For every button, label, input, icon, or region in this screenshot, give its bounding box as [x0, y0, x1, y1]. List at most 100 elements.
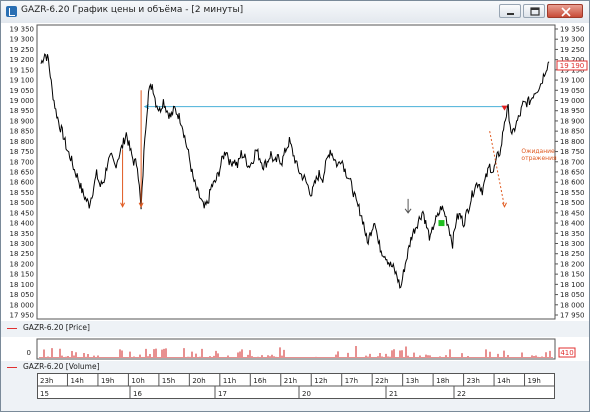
y-tick-label-left: 18 850: [10, 128, 35, 136]
hour-label: 14h: [70, 377, 83, 385]
time-axis-svg: 23h 14h 19h 10h 15h 20h 11h 16h 21h 12h 17h 22h 13h 1…: [37, 373, 555, 399]
hour-label: 10h: [131, 377, 144, 385]
y-tick-label-right: 18 550: [560, 189, 585, 197]
y-tick-label-right: 18 600: [560, 179, 585, 187]
day-label: 21: [389, 390, 398, 398]
hour-label: 18h: [436, 377, 449, 385]
day-label: 22: [457, 390, 466, 398]
y-axis-left: 19 350 19 300 19 250 19 200 19 150 19 100 19 0…: [10, 26, 35, 320]
day-label: 20: [302, 390, 311, 398]
y-tick-label-left: 19 300: [10, 36, 35, 44]
y-tick-label-left: 18 500: [10, 199, 35, 207]
day-label: 17: [218, 390, 227, 398]
hour-label: 19h: [528, 377, 541, 385]
y-tick-label-left: 18 600: [10, 179, 35, 187]
hour-label: 17h: [345, 377, 358, 385]
close-button[interactable]: [547, 4, 583, 18]
y-tick-label-left: 18 800: [10, 138, 35, 146]
y-tick-label-left: 18 350: [10, 230, 35, 238]
volume-legend-label: GAZR-6.20 [Volume]: [23, 362, 100, 371]
y-tick-label-left: 18 450: [10, 209, 35, 217]
volume-legend-swatch: [7, 366, 17, 368]
y-tick-label-right: 17 950: [560, 312, 585, 320]
hour-label: 14h: [497, 377, 510, 385]
y-tick-label-left: 18 200: [10, 260, 35, 268]
y-tick-label-right: 18 700: [560, 158, 585, 166]
hour-label: 22h: [375, 377, 388, 385]
y-tick-label-left: 19 000: [10, 97, 35, 105]
y-tick-label-right: 19 250: [560, 46, 585, 54]
y-tick-label-left: 18 550: [10, 189, 35, 197]
price-plot-area: [36, 24, 556, 320]
annotation-label: Ожидание отражения: [521, 148, 557, 162]
minimize-icon: [507, 13, 514, 15]
price-legend-label: GAZR-6.20 [Price]: [23, 323, 90, 332]
y-tick-label-left: 18 100: [10, 281, 35, 289]
y-tick-label-right: 18 900: [560, 117, 585, 125]
volume-value: 410: [560, 349, 573, 357]
y-tick-label-left: 19 350: [10, 26, 35, 34]
restore-icon: [530, 7, 540, 16]
y-tick-label-right: 18 650: [560, 169, 585, 177]
volume-legend[interactable]: GAZR-6.20 [Volume]: [1, 362, 100, 371]
y-tick-label-right: 18 500: [560, 199, 585, 207]
window-title: GAZR-6.20 График цены и объёма - [2 мину…: [21, 5, 244, 15]
hour-label: 13h: [406, 377, 419, 385]
volume-chart[interactable]: 0 410: [1, 337, 589, 361]
y-tick-label-left: 18 300: [10, 240, 35, 248]
y-tick-label-right: 19 050: [560, 87, 585, 95]
close-icon: [561, 7, 571, 17]
hour-label: 11h: [223, 377, 236, 385]
y-tick-label-left: 19 100: [10, 77, 35, 85]
hour-label: 23h: [467, 377, 480, 385]
volume-plot-area: [36, 338, 556, 360]
price-legend-swatch: [7, 327, 17, 329]
price-legend[interactable]: GAZR-6.20 [Price]: [1, 323, 90, 332]
buy-marker: [438, 220, 445, 227]
y-tick-label-left: 19 050: [10, 87, 35, 95]
y-tick-label-right: 18 450: [560, 209, 585, 217]
chart-app-icon: [6, 6, 17, 17]
hour-label: 12h: [314, 377, 327, 385]
y-tick-label-left: 18 750: [10, 148, 35, 156]
current-price-badge: 19 190: [556, 60, 588, 71]
y-tick-label-right: 19 350: [560, 26, 585, 34]
volume-panel[interactable]: 0 410: [1, 337, 589, 361]
y-tick-label-left: 17 950: [10, 312, 35, 320]
hour-label: 23h: [40, 377, 53, 385]
day-label: 15: [40, 390, 49, 398]
y-tick-label-right: 18 250: [560, 250, 585, 258]
y-tick-label-left: 18 700: [10, 158, 35, 166]
hour-label: 21h: [284, 377, 297, 385]
y-tick-label-left: 18 050: [10, 291, 35, 299]
y-tick-label-left: 18 650: [10, 169, 35, 177]
hour-label: 15h: [162, 377, 175, 385]
y-tick-label-left: 18 250: [10, 250, 35, 258]
y-tick-label-right: 18 150: [560, 271, 585, 279]
y-tick-label-right: 18 100: [560, 281, 585, 289]
restore-button[interactable]: [523, 4, 545, 18]
y-tick-label-left: 19 250: [10, 46, 35, 54]
y-tick-label-right: 18 300: [560, 240, 585, 248]
price-panel[interactable]: 19 350 19 300 19 250 19 200 19 150 19 100 19 0…: [1, 23, 589, 321]
y-tick-label-right: 18 850: [560, 128, 585, 136]
y-tick-label-left: 18 400: [10, 220, 35, 228]
price-chart[interactable]: 19 350 19 300 19 250 19 200 19 150 19 100 19 0…: [1, 23, 589, 321]
hour-label: 16h: [253, 377, 266, 385]
y-tick-label-right: 19 000: [560, 97, 585, 105]
y-tick-label-right: 18 800: [560, 138, 585, 146]
y-tick-label-right: 18 050: [560, 291, 585, 299]
time-axis[interactable]: 23h 14h 19h 10h 15h 20h 11h 16h 21h 12h 17h 22h 13h 1…: [37, 373, 555, 399]
chart-window: GAZR-6.20 График цены и объёма - [2 мину…: [0, 0, 590, 412]
volume-y-tick: 0: [27, 349, 31, 357]
y-tick-label-right: 18 750: [560, 148, 585, 156]
y-tick-label-left: 18 900: [10, 117, 35, 125]
title-bar[interactable]: GAZR-6.20 График цены и объёма - [2 мину…: [1, 1, 589, 24]
y-tick-label-right: 19 300: [560, 36, 585, 44]
y-tick-label-left: 18 150: [10, 271, 35, 279]
minimize-button[interactable]: [499, 4, 521, 18]
y-tick-label-right: 18 950: [560, 107, 585, 115]
svg-text:19 190: 19 190: [560, 62, 585, 70]
y-tick-label-left: 18 950: [10, 107, 35, 115]
y-tick-label-right: 18 400: [560, 220, 585, 228]
